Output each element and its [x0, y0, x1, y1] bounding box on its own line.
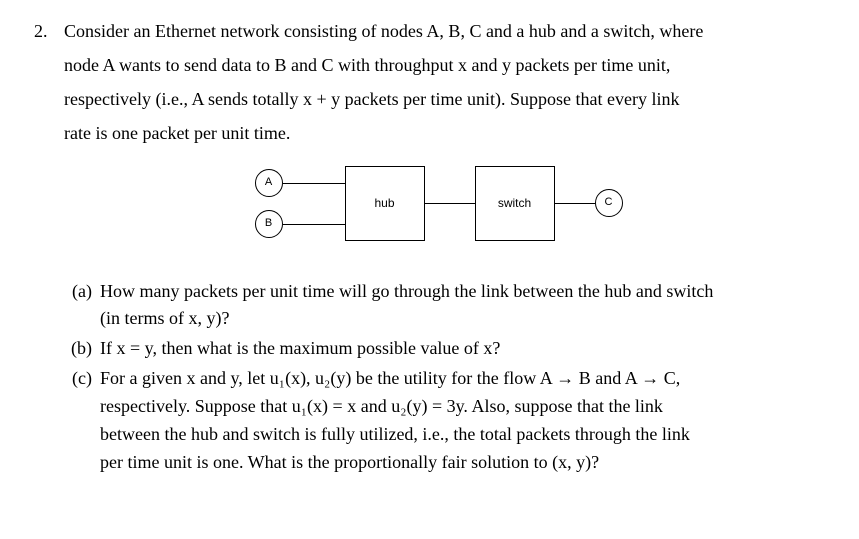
hub-icon: hub: [345, 166, 425, 241]
part-b: (b) If x = y, then what is the maximum p…: [64, 335, 825, 363]
part-a-label: (a): [64, 278, 100, 334]
part-b-body: If x = y, then what is the maximum possi…: [100, 335, 825, 363]
node-c-label: C: [605, 194, 613, 211]
node-a-label: A: [265, 174, 272, 191]
question-number: 2.: [34, 18, 64, 479]
part-a-body: How many packets per unit time will go t…: [100, 278, 825, 334]
part-a: (a) How many packets per unit time will …: [64, 278, 825, 334]
subparts: (a) How many packets per unit time will …: [64, 278, 825, 477]
link-hub-switch: [425, 203, 475, 205]
node-c-icon: C: [595, 189, 623, 217]
part-b-label: (b): [64, 335, 100, 363]
diagram-container: A B hub switch C: [64, 166, 825, 256]
link-b-hub: [283, 224, 345, 226]
link-a-hub: [283, 183, 345, 185]
hub-label: hub: [374, 194, 394, 213]
part-a-line-1: How many packets per unit time will go t…: [100, 278, 825, 306]
part-c-line-3: between the hub and switch is fully util…: [100, 421, 825, 449]
question-line-2: node A wants to send data to B and C wit…: [64, 52, 825, 80]
node-a-icon: A: [255, 169, 283, 197]
part-c-line-2: respectively. Suppose that u₁(x) = x and…: [100, 393, 825, 421]
switch-icon: switch: [475, 166, 555, 241]
question-line-4: rate is one packet per unit time.: [64, 120, 825, 148]
question-line-3: respectively (i.e., A sends totally x + …: [64, 86, 825, 114]
question-line-1: Consider an Ethernet network consisting …: [64, 18, 825, 46]
link-switch-c: [555, 203, 595, 205]
part-c-line-4: per time unit is one. What is the propor…: [100, 449, 825, 477]
part-c-label: (c): [64, 365, 100, 477]
part-b-line-1: If x = y, then what is the maximum possi…: [100, 335, 825, 363]
part-c-body: For a given x and y, let u₁(x), u₂(y) be…: [100, 365, 825, 477]
switch-label: switch: [498, 194, 531, 213]
part-c: (c) For a given x and y, let u₁(x), u₂(y…: [64, 365, 825, 477]
node-b-label: B: [265, 215, 272, 232]
part-a-line-2: (in terms of x, y)?: [100, 305, 825, 333]
node-b-icon: B: [255, 210, 283, 238]
question-block: 2. Consider an Ethernet network consisti…: [34, 18, 825, 479]
part-c-line-1: For a given x and y, let u₁(x), u₂(y) be…: [100, 365, 825, 393]
question-body: Consider an Ethernet network consisting …: [64, 18, 825, 479]
network-diagram: A B hub switch C: [255, 166, 635, 256]
